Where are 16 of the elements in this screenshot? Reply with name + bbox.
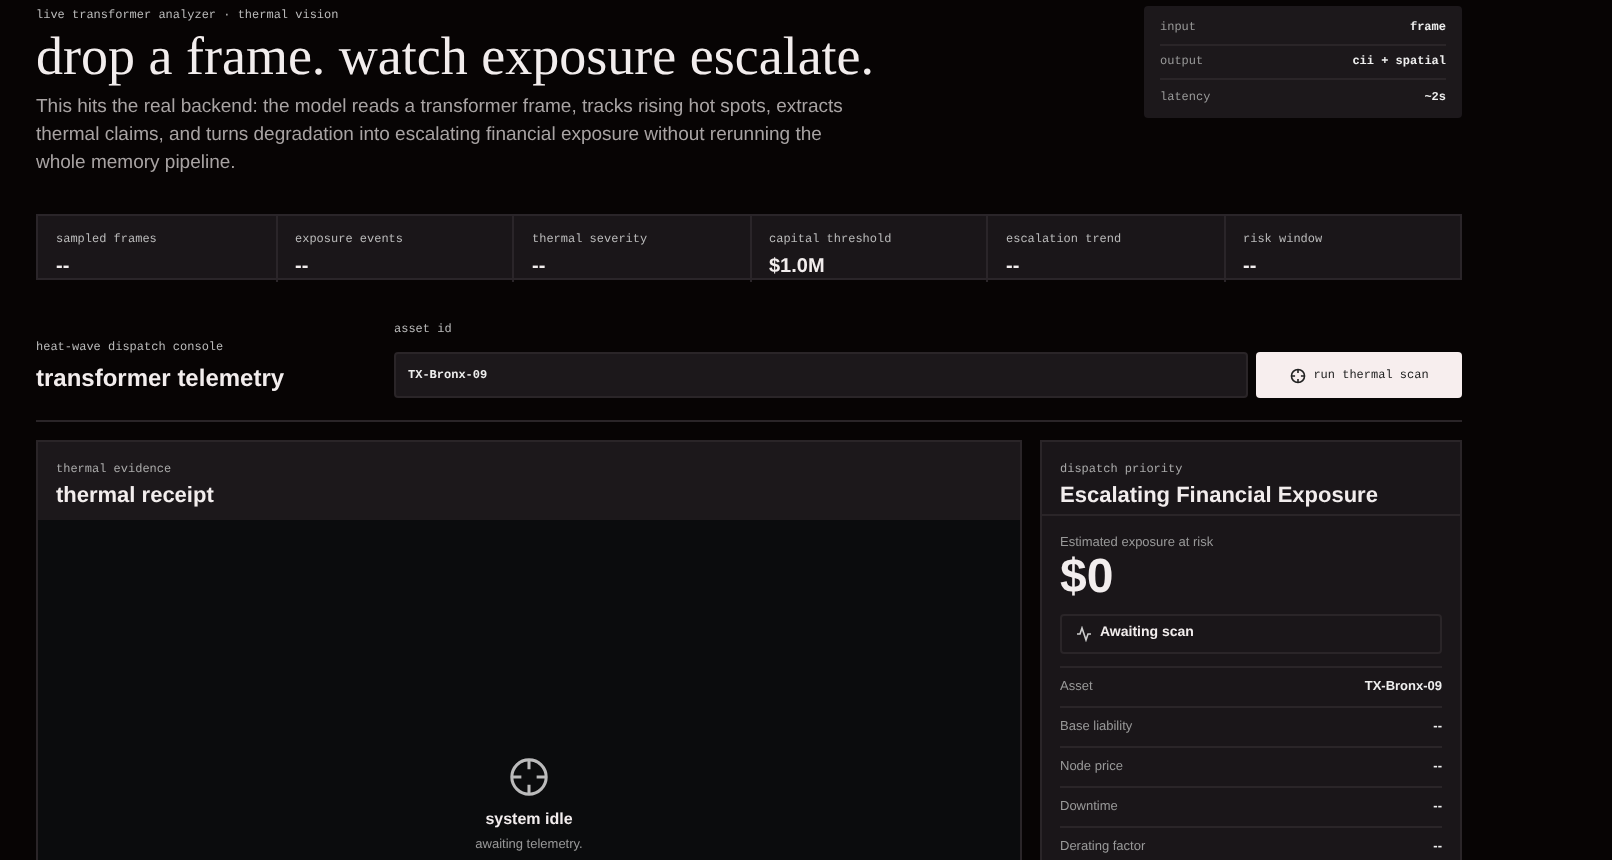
status-title: system idle [485, 808, 573, 832]
panel-title: Escalating Financial Exposure [1060, 482, 1380, 512]
pulse-icon [1076, 626, 1092, 643]
stat-value: -- [532, 254, 548, 282]
crosshair-icon [1289, 367, 1306, 383]
stat-value: -- [1243, 254, 1259, 282]
description-text: This hits the real backend: the model reads a transformer frame, tracks rising hot spots, extracts thermal claims, and turns degradation into escalating financial exposure without rerunning the whole memory pipeline. [36, 94, 845, 178]
exposure-amount: $0 [1060, 552, 1116, 605]
stat-value: -- [56, 254, 72, 282]
panel-title: thermal receipt [56, 482, 216, 512]
stat-value: -- [1006, 254, 1022, 282]
stat-value: $1.0M [769, 254, 827, 282]
page-title: drop a frame. watch exposure escalate. [36, 24, 875, 88]
stat-value: -- [295, 254, 311, 282]
console-title: transformer telemetry [36, 362, 287, 396]
crosshair-icon [508, 756, 550, 798]
